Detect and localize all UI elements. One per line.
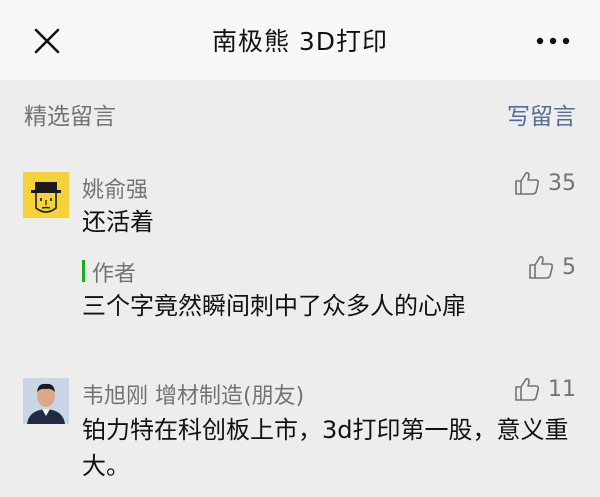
comment-content: 铂力特在科创板上市，3d打印第一股，意义重大。 (82, 416, 569, 480)
featured-comments-title: 精选留言 (24, 104, 116, 130)
write-comment-link[interactable]: 写留言 (507, 97, 576, 131)
comment-item: 姚俞强 35 还活着 作者 5 三个字竟然瞬间刺中了众多人的心扉 (0, 160, 600, 340)
avatar[interactable] (23, 378, 69, 424)
comment-item: 韦旭刚 增材制造(朋友) 11 铂力特在科创板上市，3d打印第一股，意义重大。 (0, 366, 600, 497)
reply-like-button[interactable]: 5 (528, 254, 576, 280)
more-options-button[interactable] (530, 28, 576, 54)
comments-section-header: 精选留言 写留言 (0, 80, 600, 142)
comment-nickname: 姚俞强 (82, 178, 149, 203)
like-button[interactable]: 35 (514, 170, 576, 196)
more-dots-icon (530, 28, 576, 54)
like-count: 11 (548, 376, 576, 402)
author-reply-label: 作者 (92, 262, 137, 287)
thumbs-up-icon (514, 376, 540, 402)
author-reply-content: 三个字竟然瞬间刺中了众多人的心扉 (82, 292, 466, 320)
navigation-bar: 南极熊 3D打印 (0, 0, 600, 80)
thumbs-up-icon (528, 254, 554, 280)
thumbs-up-icon (514, 170, 540, 196)
avatar[interactable] (23, 172, 69, 218)
reply-like-count: 5 (562, 254, 576, 280)
like-button[interactable]: 11 (514, 376, 576, 402)
comment-content: 还活着 (82, 208, 154, 236)
author-reply-marker (82, 260, 85, 282)
like-count: 35 (548, 170, 576, 196)
cartoon-hat-avatar-icon (23, 172, 69, 218)
comment-nickname: 韦旭刚 增材制造(朋友) (82, 384, 305, 409)
person-photo-avatar-icon (23, 378, 69, 424)
page-title: 南极熊 3D打印 (211, 27, 389, 56)
